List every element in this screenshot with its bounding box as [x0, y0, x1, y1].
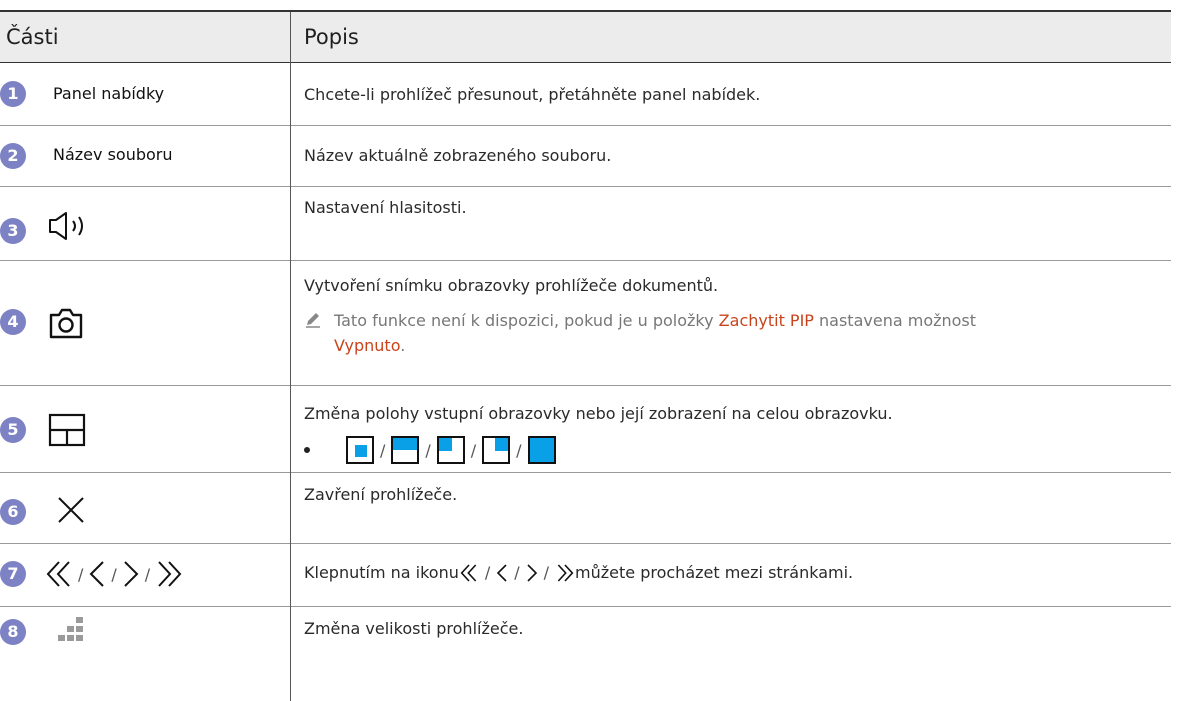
last-page-icon	[158, 561, 182, 587]
layout-icon	[48, 413, 86, 447]
resize-icon	[58, 617, 83, 641]
row-description-part: Klepnutím na ikonu	[304, 563, 459, 582]
camera-icon	[49, 308, 83, 339]
separator: /	[543, 563, 550, 582]
note-highlight: Vypnuto	[334, 336, 401, 355]
table-row: 5 Změna polohy vstupní obrazovky nebo je…	[0, 386, 1171, 473]
number-badge: 4	[0, 309, 26, 335]
page-nav-icons: / / /	[46, 559, 182, 589]
row-description: Název aktuálně zobrazeného souboru.	[304, 146, 612, 165]
separator: /	[380, 440, 386, 460]
table-row: 7 / / / Klepnutím na ikonu / / / můžete …	[0, 544, 1171, 607]
table-header: Části Popis	[0, 12, 1171, 63]
note-text-part: .	[400, 336, 406, 355]
note-text: Tato funkce není k dispozici, pokud je u…	[334, 308, 1185, 358]
separator: /	[425, 440, 431, 460]
close-icon	[58, 497, 84, 523]
table-row: 1 Panel nabídky Chcete-li prohlížeč přes…	[0, 63, 1171, 126]
column-divider	[290, 12, 291, 701]
separator: /	[144, 564, 151, 584]
row-description: Zavření prohlížeče.	[304, 485, 458, 504]
part-label: Název souboru	[53, 145, 173, 164]
position-options: / / / /	[304, 436, 556, 464]
row-description: Chcete-li prohlížeč přesunout, přetáhnět…	[304, 85, 761, 104]
prev-page-icon	[497, 564, 507, 582]
position-top-icon	[391, 436, 420, 464]
separator: /	[111, 564, 117, 584]
bullet	[304, 447, 310, 453]
note-text-part: nastavena možnost	[813, 311, 977, 330]
speaker-icon	[49, 212, 83, 240]
header-parts: Části	[6, 25, 59, 49]
table-row: 3 Nastavení hlasitosti.	[0, 187, 1171, 261]
separator: /	[470, 440, 477, 460]
position-top-left-icon	[436, 436, 465, 464]
prev-page-icon	[89, 561, 105, 587]
part-label: Panel nabídky	[53, 84, 165, 103]
number-badge: 5	[0, 417, 26, 443]
separator: /	[514, 563, 520, 582]
row-description: Změna velikosti prohlížeče.	[304, 619, 524, 638]
table-row: 4 Vytvoření snímku obrazovky prohlížeče …	[0, 261, 1171, 386]
number-badge: 2	[0, 143, 26, 169]
note-text-part: Tato funkce není k dispozici, pokud je u…	[334, 311, 719, 330]
note-highlight: Zachytit PIP	[718, 311, 814, 330]
separator: /	[484, 563, 491, 582]
parts-table: Části Popis 1 Panel nabídky Chcete-li pr…	[0, 0, 1185, 701]
position-top-right-icon	[482, 436, 511, 464]
number-badge: 6	[0, 499, 26, 525]
position-fullscreen-icon	[527, 436, 556, 464]
row-description: Klepnutím na ikonu / / / můžete procháze…	[304, 562, 853, 584]
next-page-icon	[527, 564, 537, 582]
table-row: 6 Zavření prohlížeče.	[0, 473, 1171, 544]
first-page-icon	[46, 561, 70, 587]
position-center-icon	[346, 436, 374, 464]
next-page-icon	[124, 561, 139, 587]
last-page-icon	[557, 564, 574, 582]
row-description: Nastavení hlasitosti.	[304, 198, 467, 217]
first-page-icon	[460, 564, 477, 582]
separator: /	[516, 440, 522, 460]
header-description: Popis	[304, 25, 359, 49]
row-description: Změna polohy vstupní obrazovky nebo její…	[304, 404, 893, 423]
note-pencil-icon	[306, 313, 320, 328]
number-badge: 8	[0, 619, 26, 645]
table-row: 8 Změna velikosti prohlížeče.	[0, 607, 1171, 701]
row-description: Vytvoření snímku obrazovky prohlížeče do…	[304, 276, 719, 295]
table-row: 2 Název souboru Název aktuálně zobrazené…	[0, 126, 1171, 187]
number-badge: 3	[0, 218, 26, 244]
number-badge: 1	[0, 81, 26, 107]
row-description-part: můžete procházet mezi stránkami.	[575, 563, 854, 582]
number-badge: 7	[0, 561, 26, 587]
separator: /	[78, 564, 84, 584]
